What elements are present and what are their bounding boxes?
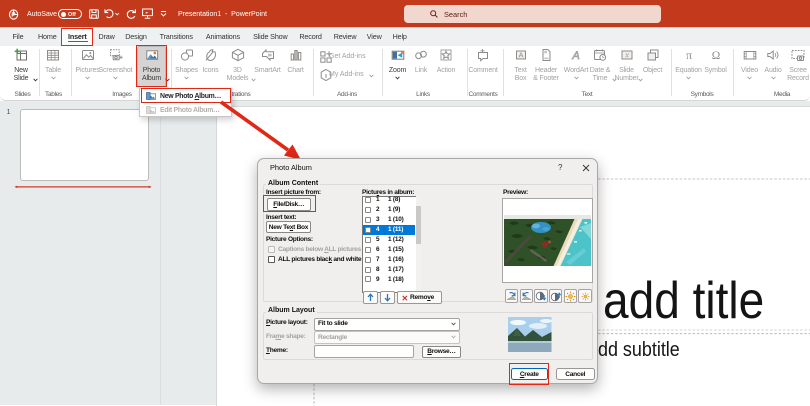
svg-text:#: # bbox=[625, 52, 629, 59]
svg-text:A: A bbox=[571, 50, 579, 62]
svg-text:π: π bbox=[685, 48, 691, 62]
svg-text:A: A bbox=[518, 51, 523, 60]
svg-text:Ω: Ω bbox=[711, 50, 720, 62]
